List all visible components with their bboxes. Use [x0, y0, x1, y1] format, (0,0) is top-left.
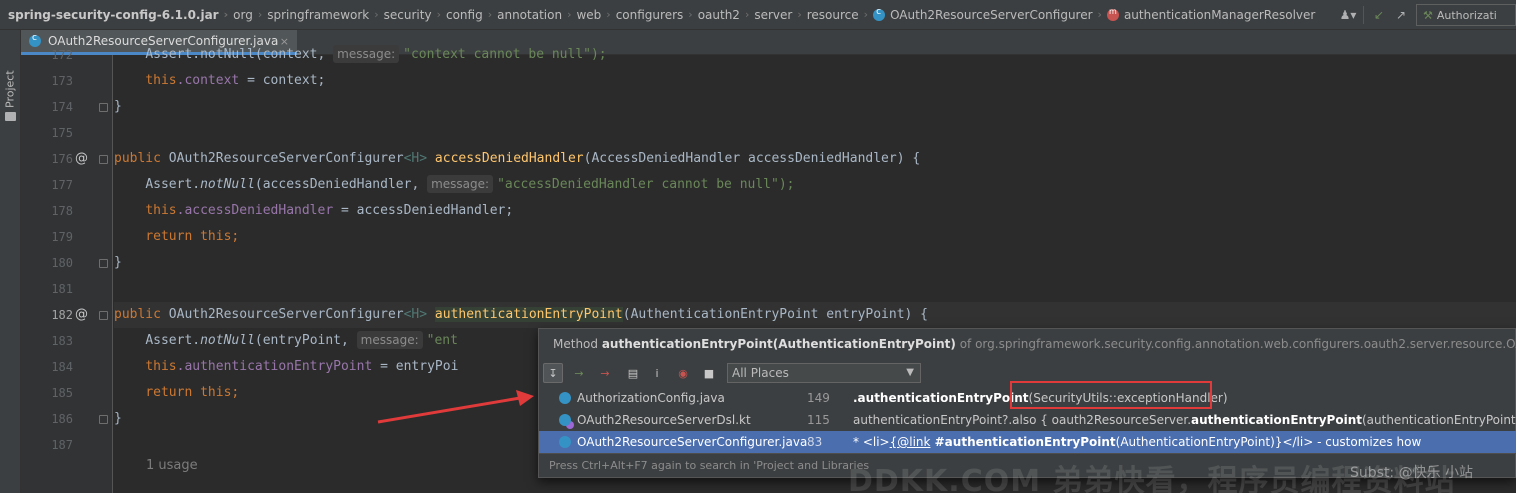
popup-title: Method authenticationEntryPoint(Authenti…	[553, 337, 1516, 351]
fold-icon[interactable]	[99, 103, 108, 112]
project-tool-button[interactable]: Project	[3, 38, 17, 108]
method-icon	[1106, 7, 1119, 21]
breadcrumb-configurers[interactable]: configurers ›	[616, 0, 698, 30]
hammer-icon: ⚒	[1423, 8, 1433, 22]
usage-line: 115	[807, 413, 830, 427]
line-number: 176	[51, 152, 73, 166]
breadcrumb-oauth2[interactable]: oauth2 ›	[698, 0, 755, 30]
fold-icon[interactable]	[99, 311, 108, 320]
usage-line: 149	[807, 391, 830, 405]
breadcrumb-server[interactable]: server ›	[754, 0, 806, 30]
line-number: 183	[51, 334, 73, 348]
code-line: public OAuth2ResourceServerConfigurer<H>…	[114, 151, 921, 166]
line-number: 173	[51, 74, 73, 88]
usage-row-selected[interactable]: OAuth2ResourceServerConfigurer.java 83 *…	[539, 431, 1516, 453]
fold-icon[interactable]	[99, 155, 108, 164]
line-number: 177	[51, 178, 73, 192]
line-number: 175	[51, 126, 73, 140]
breadcrumb-jar[interactable]: spring-security-config-6.1.0.jar ›	[8, 0, 233, 30]
class-icon	[559, 392, 571, 404]
show-info-icon[interactable]: i	[647, 363, 667, 383]
class-icon	[559, 436, 571, 448]
line-number: 186	[51, 412, 73, 426]
navigation-bar: spring-security-config-6.1.0.jar › org › s…	[0, 0, 1516, 30]
breadcrumb-method[interactable]: authenticationManagerResolver	[1106, 0, 1315, 30]
line-number: 179	[51, 230, 73, 244]
code-line: }	[114, 255, 122, 270]
merge-usages-icon[interactable]: ↧	[543, 363, 563, 383]
usage-file: OAuth2ResourceServerConfigurer.java	[577, 435, 808, 449]
usage-context: * <li>{@link #authenticationEntryPoint(A…	[853, 435, 1422, 449]
folder-icon	[5, 112, 16, 121]
show-write-access-icon[interactable]: →	[595, 363, 615, 383]
run-configuration-select[interactable]: ⚒ Authorizati	[1416, 4, 1516, 26]
kotlin-class-icon	[559, 414, 571, 426]
usage-count[interactable]: 1 usage	[146, 458, 198, 473]
watermark-secondary: Subst: @快乐 小站	[1350, 465, 1474, 481]
forward-icon[interactable]: ↗	[1390, 4, 1412, 26]
chevron-down-icon: ▼	[906, 367, 914, 378]
code-line: this.context = context;	[145, 73, 326, 88]
breadcrumb-annotation[interactable]: annotation ›	[497, 0, 576, 30]
line-number: 178	[51, 204, 73, 218]
show-read-access-icon[interactable]: →	[569, 363, 589, 383]
code-line: }	[114, 99, 122, 114]
breadcrumb: spring-security-config-6.1.0.jar › org › s…	[0, 0, 1315, 30]
line-number: 184	[51, 360, 73, 374]
show-method-icon[interactable]: ◉	[673, 363, 693, 383]
code-line: Assert.notNull(accessDeniedHandler, mess…	[145, 175, 795, 193]
usage-file: OAuth2ResourceServerDsl.kt	[577, 413, 751, 427]
back-icon[interactable]: ↙	[1368, 4, 1390, 26]
code-line: Assert.notNull(context, message: "context…	[145, 45, 607, 63]
override-marker-icon[interactable]: @	[75, 302, 88, 328]
fold-icon[interactable]	[99, 415, 108, 424]
line-number: 174	[51, 100, 73, 114]
line-number: 181	[51, 282, 73, 296]
toolbar-separator	[1363, 6, 1364, 24]
scope-select[interactable]: All Places ▼	[727, 363, 921, 383]
tool-window-strip: Project	[0, 30, 21, 493]
breadcrumb-class[interactable]: OAuth2ResourceServerConfigurer›	[873, 0, 1107, 30]
line-number: 185	[51, 386, 73, 400]
breadcrumb-security[interactable]: security ›	[384, 0, 446, 30]
breadcrumb-org[interactable]: org ›	[233, 0, 267, 30]
user-icon[interactable]: ♟▾	[1337, 4, 1359, 26]
code-line: this.accessDeniedHandler = accessDeniedH…	[145, 203, 514, 218]
usage-file: AuthorizationConfig.java	[577, 391, 725, 405]
usage-line: 83	[807, 435, 823, 449]
breadcrumb-resource[interactable]: resource ›	[807, 0, 873, 30]
editor-gutter: 172 173 174 175 176 177 178 179 180 181 …	[21, 48, 113, 493]
class-icon	[873, 7, 886, 21]
usage-context: authenticationEntryPoint?.also { oauth2R…	[853, 413, 1516, 427]
usage-row[interactable]: OAuth2ResourceServerDsl.kt 115 authentic…	[539, 409, 1516, 431]
code-line: return this;	[145, 229, 240, 244]
override-marker-icon[interactable]: @	[75, 146, 88, 172]
line-number: 187	[51, 438, 73, 452]
breadcrumb-web[interactable]: web ›	[576, 0, 615, 30]
toolbar-right: ♟▾ ↙ ↗ ⚒ Authorizati	[1337, 0, 1516, 30]
breadcrumb-springframework[interactable]: springframework ›	[267, 0, 383, 30]
annotation-arrow	[377, 390, 534, 424]
fold-icon[interactable]	[99, 259, 108, 268]
line-number: 180	[51, 256, 73, 270]
group-by-package-icon[interactable]: ▤	[623, 363, 643, 383]
line-number: 172	[51, 48, 73, 62]
highlight-box	[1010, 381, 1212, 409]
breadcrumb-config[interactable]: config ›	[446, 0, 497, 30]
line-number-current: 182	[51, 308, 73, 322]
code-line-current: public OAuth2ResourceServerConfigurer<H>…	[114, 302, 1516, 328]
preview-icon[interactable]: ■	[699, 363, 719, 383]
